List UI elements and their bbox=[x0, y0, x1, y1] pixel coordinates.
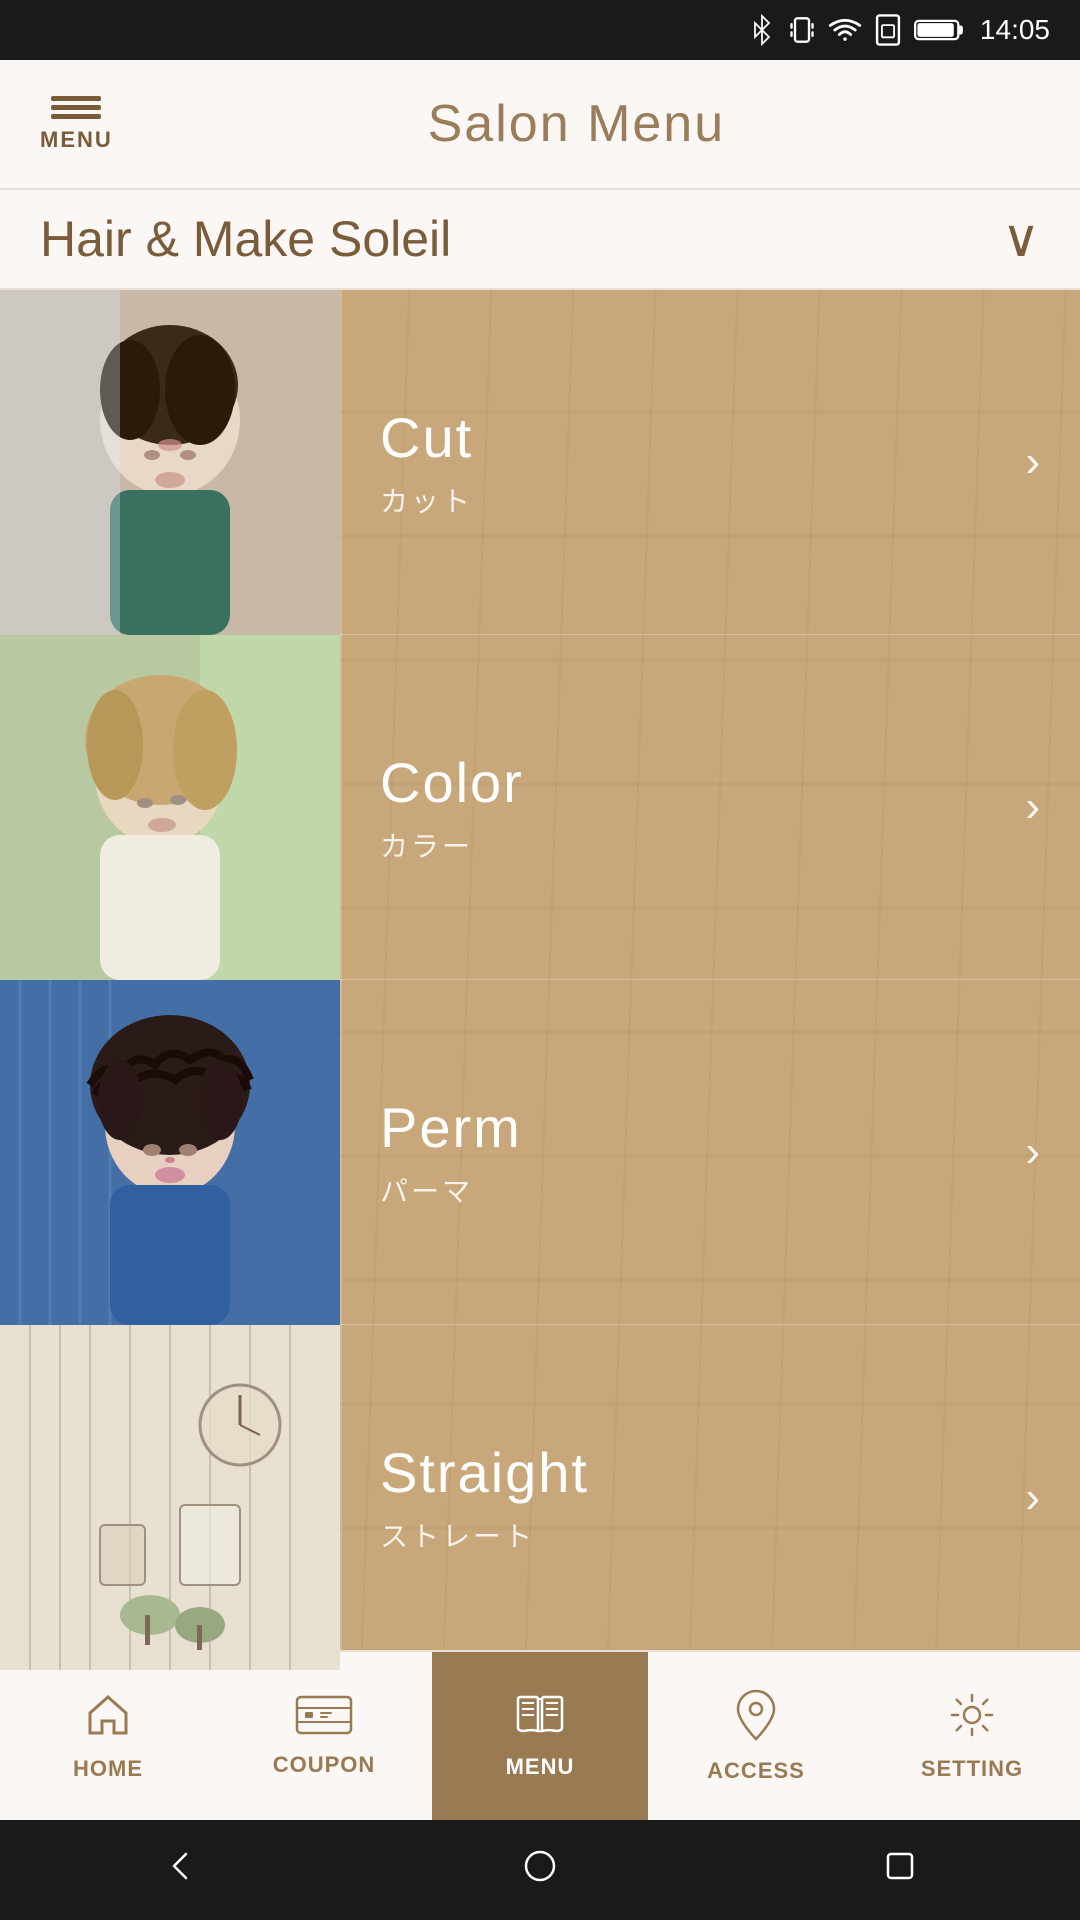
home-nav-label: HOME bbox=[73, 1756, 143, 1782]
menu-nav-label: MENU bbox=[506, 1754, 575, 1780]
cut-title-en: Cut bbox=[380, 405, 1030, 470]
straight-title-jp: ストレート bbox=[380, 1515, 1030, 1555]
setting-gear-icon bbox=[948, 1691, 996, 1748]
salon-name-text: Hair & Make Soleil bbox=[40, 210, 1002, 268]
menu-line-3 bbox=[51, 114, 101, 119]
perm-title-en: Perm bbox=[380, 1095, 1030, 1160]
access-pin-icon bbox=[736, 1689, 776, 1750]
cut-title-jp: カット bbox=[380, 480, 1030, 520]
nav-setting-button[interactable]: SETTING bbox=[864, 1652, 1080, 1820]
time-display: 14:05 bbox=[980, 14, 1050, 46]
status-bar: 14:05 bbox=[0, 0, 1080, 60]
android-recent-button[interactable] bbox=[880, 1846, 920, 1895]
straight-menu-item[interactable]: Straight ストレート › bbox=[340, 1325, 1080, 1670]
coupon-icon bbox=[295, 1695, 353, 1744]
android-navigation-bar bbox=[0, 1820, 1080, 1920]
page-title: Salon Menu bbox=[113, 94, 1040, 154]
menu-line-2 bbox=[51, 105, 101, 110]
nav-home-button[interactable]: HOME bbox=[0, 1652, 216, 1820]
coupon-nav-label: COUPON bbox=[273, 1752, 376, 1778]
perm-image bbox=[0, 980, 340, 1325]
perm-title-jp: パーマ bbox=[380, 1170, 1030, 1210]
sim-icon bbox=[874, 13, 902, 47]
menu-hamburger-label: MENU bbox=[40, 127, 113, 153]
android-home-button[interactable] bbox=[520, 1846, 560, 1895]
column-separator bbox=[340, 290, 342, 1670]
bluetooth-icon bbox=[748, 13, 776, 47]
main-content: Cut カット › Co bbox=[0, 290, 1080, 1670]
header: MENU Salon Menu bbox=[0, 60, 1080, 190]
nav-coupon-button[interactable]: COUPON bbox=[216, 1652, 432, 1820]
cut-image bbox=[0, 290, 340, 635]
menu-hamburger-button[interactable]: MENU bbox=[40, 96, 113, 153]
perm-menu-item[interactable]: Perm パーマ › bbox=[340, 980, 1080, 1325]
home-icon bbox=[84, 1691, 132, 1748]
status-icons bbox=[748, 13, 964, 47]
color-title-jp: カラー bbox=[380, 825, 1030, 865]
android-back-button[interactable] bbox=[160, 1846, 200, 1895]
color-chevron-icon: › bbox=[1025, 782, 1040, 832]
perm-chevron-icon: › bbox=[1025, 1127, 1040, 1177]
menu-line-1 bbox=[51, 96, 101, 101]
nav-menu-button[interactable]: MENU bbox=[432, 1652, 648, 1820]
battery-icon bbox=[914, 16, 964, 44]
salon-name-bar[interactable]: Hair & Make Soleil ∨ bbox=[0, 190, 1080, 290]
vibrate-icon bbox=[788, 13, 816, 47]
app-wrapper: 14:05 MENU Salon Menu Hair & Make Soleil… bbox=[0, 0, 1080, 1820]
straight-title-en: Straight bbox=[380, 1440, 1030, 1505]
menu-grid: Cut カット › Co bbox=[0, 290, 1080, 1670]
color-menu-item[interactable]: Color カラー › bbox=[340, 635, 1080, 980]
color-title-en: Color bbox=[380, 750, 1030, 815]
straight-chevron-icon: › bbox=[1025, 1473, 1040, 1523]
cut-menu-item[interactable]: Cut カット › bbox=[340, 290, 1080, 635]
nav-access-button[interactable]: ACCESS bbox=[648, 1652, 864, 1820]
chevron-down-icon: ∨ bbox=[1002, 209, 1040, 269]
wifi-icon bbox=[828, 16, 862, 44]
color-image bbox=[0, 635, 340, 980]
straight-image bbox=[0, 1325, 340, 1670]
cut-chevron-icon: › bbox=[1025, 437, 1040, 487]
menu-book-icon bbox=[514, 1693, 566, 1746]
setting-nav-label: SETTING bbox=[921, 1756, 1023, 1782]
access-nav-label: ACCESS bbox=[707, 1758, 805, 1784]
bottom-navigation: HOME COUPON bbox=[0, 1650, 1080, 1820]
